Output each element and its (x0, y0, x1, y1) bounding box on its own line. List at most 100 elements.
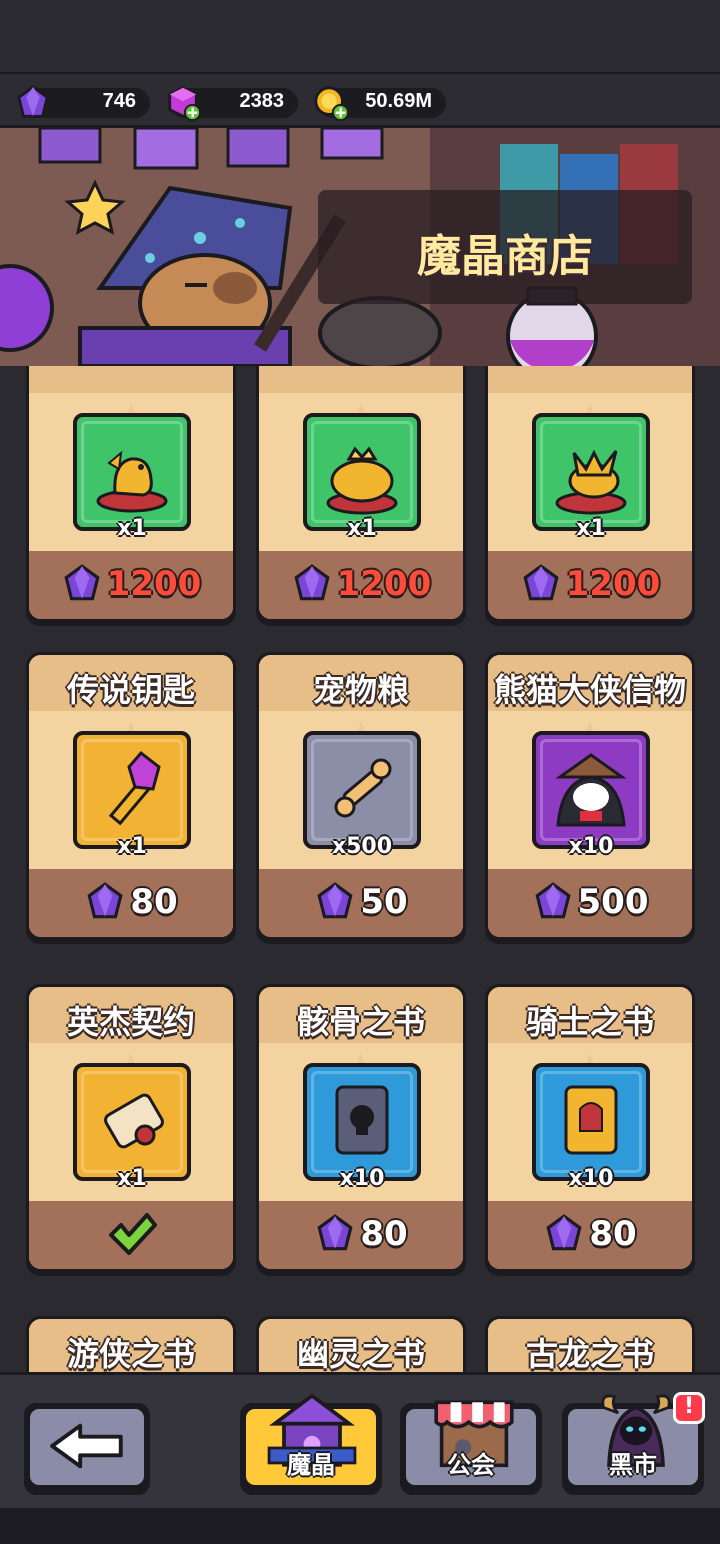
item-title: 幽灵之书 (296, 1335, 425, 1372)
card-body: x1 限购：1/1 1200 (259, 366, 463, 619)
price-bar (29, 1201, 233, 1269)
card-body: 骸骨之书 x10 限购：1/1 80 (259, 987, 463, 1269)
purple-gem-icon (523, 564, 559, 601)
bone-icon (334, 758, 392, 818)
item-title: 骸骨之书 (296, 1003, 425, 1041)
back-button[interactable] (24, 1403, 150, 1495)
fox-statue-icon (555, 449, 627, 515)
item-price: 80 (589, 1214, 637, 1254)
card-title-bar: 游侠之书 (29, 1319, 233, 1372)
tab-black-market[interactable]: 黑市 ! (562, 1392, 705, 1495)
item-icon-frame: x10 (532, 1063, 650, 1191)
shop-grid[interactable]: x1 限购：1/1 1200 x1 限购：1/1 1200 x1 限购：1/1 (0, 366, 720, 1372)
card-body: 宠物粮 x500 限购：1/1 50 (259, 655, 463, 937)
shop-item-card[interactable]: x1 限购：1/1 1200 (485, 366, 695, 626)
purple-gem-icon (294, 564, 330, 601)
system-nav-strip (0, 1508, 720, 1544)
tab-guild[interactable]: 公会 (400, 1400, 542, 1495)
banner-title-box: 魔晶商店 (318, 190, 692, 304)
premium-crystal-value: 2383 (239, 90, 285, 112)
panda-hero-token-icon (555, 753, 627, 827)
card-body: x1 限购：1/1 1200 (29, 366, 233, 619)
item-title: 骑士之书 (525, 1003, 654, 1041)
shop-item-card[interactable]: 古龙之书 (485, 1316, 695, 1372)
crystal-value: 746 (102, 90, 136, 112)
card-body: 幽灵之书 (259, 1319, 463, 1372)
knight-book-icon (564, 1085, 618, 1155)
card-body: 游侠之书 (29, 1319, 233, 1372)
purple-cube-plus-icon (168, 86, 202, 122)
card-title-bar: 熊猫大侠信物 (488, 655, 692, 711)
purple-gem-icon (546, 1214, 582, 1251)
item-icon-frame: x1 (303, 413, 421, 541)
page-title: 魔晶商店 (417, 231, 593, 282)
item-quantity: x1 (347, 516, 377, 541)
back-arrow-icon (50, 1423, 123, 1469)
item-icon-frame: x10 (303, 1063, 421, 1191)
shop-item-card[interactable]: 熊猫大侠信物 x10 限购：2/3 500 (485, 652, 695, 944)
gold-value: 50.69M (365, 90, 432, 112)
price-bar: 80 (259, 1201, 463, 1269)
purple-gem-icon (17, 85, 49, 118)
price-bar: 1200 (259, 551, 463, 619)
shop-item-card[interactable]: 传说钥匙 x1 限购：5/5 80 (26, 652, 236, 944)
price-bar: 1200 (488, 551, 692, 619)
item-icon-frame: x1 (73, 731, 191, 859)
shop-item-card[interactable]: x1 限购：1/1 1200 (26, 366, 236, 626)
card-title-bar (488, 366, 692, 393)
shop-item-card[interactable]: 骑士之书 x10 限购：1/1 80 (485, 984, 695, 1276)
card-title-bar: 骑士之书 (488, 987, 692, 1043)
item-title: 传说钥匙 (66, 671, 195, 709)
card-body: 骑士之书 x10 限购：1/1 80 (488, 987, 692, 1269)
card-body: x1 限购：1/1 1200 (488, 366, 692, 619)
item-quantity: x500 (331, 834, 393, 859)
item-quantity: x1 (117, 1166, 147, 1191)
price-bar: 1200 (29, 551, 233, 619)
tab-crystal[interactable]: 魔晶 (240, 1393, 382, 1495)
card-title-bar: 传说钥匙 (29, 655, 233, 711)
card-body: 英杰契约 x1 限购：0/1 (29, 987, 233, 1269)
item-price: 500 (577, 882, 649, 922)
card-title-bar: 宠物粮 (259, 655, 463, 711)
shop-item-card[interactable]: 骸骨之书 x10 限购：1/1 80 (256, 984, 466, 1276)
item-price: 80 (130, 882, 178, 922)
dragon-statue-icon (96, 450, 168, 513)
shop-item-card[interactable]: x1 限购：1/1 1200 (256, 366, 466, 626)
card-title-bar: 英杰契约 (29, 987, 233, 1043)
shop-banner: 魔晶商店 (0, 128, 720, 366)
item-price: 1200 (565, 564, 661, 604)
item-price: 1200 (106, 564, 202, 604)
skull-book-icon (335, 1085, 389, 1155)
status-strip (0, 0, 720, 72)
crowned-blob-statue-icon (326, 446, 398, 515)
item-icon-frame: x500 (303, 731, 421, 859)
shop-item-card[interactable]: 幽灵之书 (256, 1316, 466, 1372)
item-quantity: x10 (568, 834, 614, 859)
item-title: 英杰契约 (66, 1003, 195, 1041)
legend-key-icon (108, 750, 161, 826)
item-title: 宠物粮 (312, 671, 409, 709)
crystal-counter: 746 (17, 85, 150, 118)
shop-item-card[interactable]: 英杰契约 x1 限购：0/1 (26, 984, 236, 1276)
item-icon-frame: x1 (73, 413, 191, 541)
tab-black-market-label: 黑市 (609, 1451, 657, 1479)
item-price: 80 (360, 1214, 408, 1254)
gold-counter[interactable]: 50.69M (314, 86, 446, 122)
item-quantity: x1 (117, 516, 147, 541)
tab-crystal-label: 魔晶 (287, 1451, 335, 1479)
item-icon-frame: x1 (532, 413, 650, 541)
shop-item-card[interactable]: 游侠之书 (26, 1316, 236, 1372)
card-body: 古龙之书 (488, 1319, 692, 1372)
purple-gem-icon (317, 1214, 353, 1251)
card-title-bar (259, 366, 463, 393)
card-title-bar: 幽灵之书 (259, 1319, 463, 1372)
item-price: 50 (360, 882, 408, 922)
card-title-bar (29, 366, 233, 393)
item-title: 游侠之书 (66, 1335, 195, 1372)
premium-crystal-counter[interactable]: 2383 (168, 86, 298, 122)
scroll-contract-icon (104, 1093, 164, 1149)
card-title-bar: 骸骨之书 (259, 987, 463, 1043)
gold-coin-plus-icon (314, 86, 350, 122)
card-title-bar: 古龙之书 (488, 1319, 692, 1372)
shop-item-card[interactable]: 宠物粮 x500 限购：1/1 50 (256, 652, 466, 944)
